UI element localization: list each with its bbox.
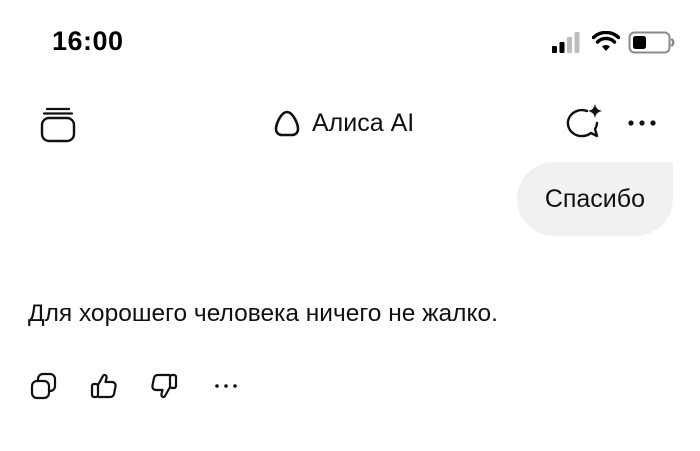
assistant-message: Для хорошего человека ничего не жалко. [28, 300, 498, 327]
copy-icon[interactable] [26, 368, 62, 404]
status-bar: 16:00 [0, 0, 700, 84]
header-title[interactable]: Алиса AI [272, 102, 414, 144]
header-bar: Алиса AI [0, 94, 700, 152]
status-icons [540, 28, 700, 58]
user-message-bubble: Спасибо [516, 162, 673, 236]
alice-logo-icon [274, 110, 300, 137]
chats-stack-icon[interactable] [36, 102, 80, 146]
signal-icon [552, 32, 580, 53]
message-actions [26, 368, 256, 404]
status-time: 16:00 [52, 26, 124, 56]
new-chat-sparkle-icon[interactable] [560, 100, 606, 146]
more-dots-icon[interactable] [208, 368, 244, 404]
thumbs-up-icon[interactable] [86, 368, 122, 404]
battery-icon [628, 31, 675, 54]
wifi-icon [592, 31, 620, 51]
thumbs-down-icon[interactable] [146, 368, 182, 404]
more-dots-icon[interactable] [622, 106, 662, 140]
header-title-text: Алиса AI [312, 108, 415, 137]
